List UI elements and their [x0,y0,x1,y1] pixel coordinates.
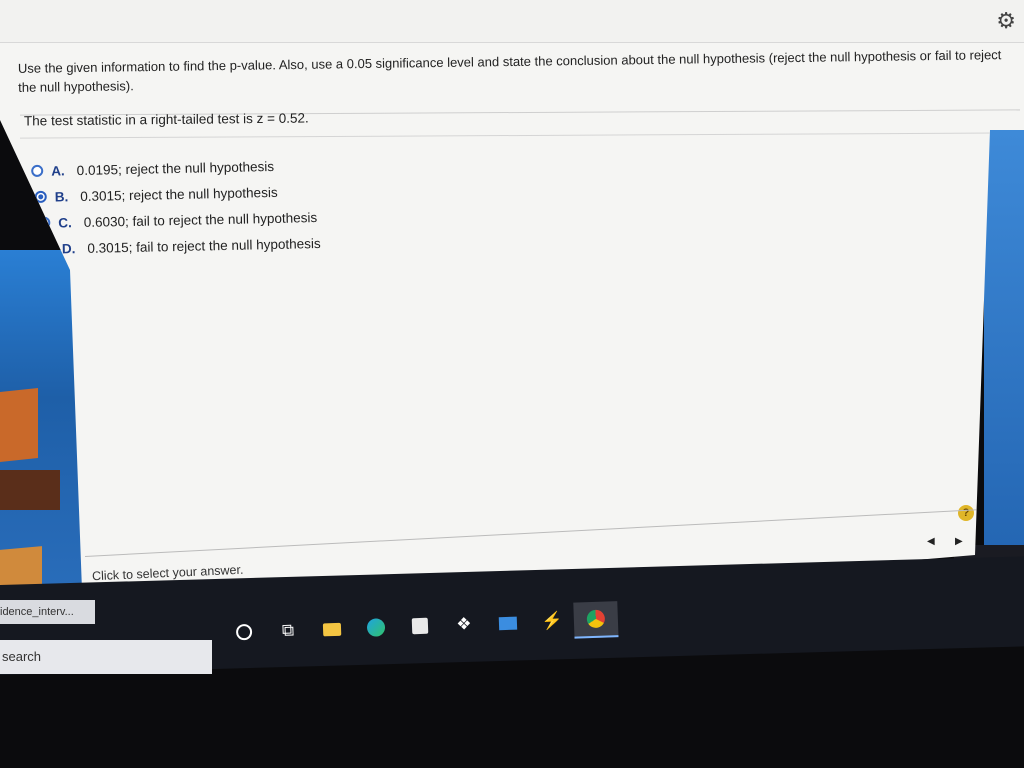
option-text: 0.3015; fail to reject the null hypothes… [87,235,321,256]
question-statement: The test statistic in a right-tailed tes… [23,110,309,129]
store-icon[interactable] [397,607,442,645]
dropbox-icon[interactable]: ❖ [441,606,486,644]
question-prompt: Use the given information to find the p-… [17,47,1002,95]
option-text: 0.0195; reject the null hypothesis [76,158,275,178]
radio-button[interactable] [38,216,51,229]
divider [20,132,1020,139]
desktop-background-right [984,130,1024,550]
option-text: 0.6030; fail to reject the null hypothes… [83,209,318,230]
task-view-icon[interactable]: ⧉ [265,612,310,650]
radio-button[interactable] [31,164,44,178]
file-explorer-icon[interactable] [309,610,354,648]
chrome-icon[interactable] [573,601,619,639]
divider [84,509,979,557]
background-object [0,470,60,510]
cortana-icon[interactable] [221,613,266,651]
edge-icon[interactable] [353,609,398,647]
flash-icon[interactable]: ⚡ [529,603,574,641]
option-letter: A. [51,162,65,179]
question-page: ⚙ Use the given information to find the … [0,0,1024,630]
help-icon[interactable]: ? [958,505,974,521]
option-letter: C. [58,214,72,230]
option-letter: B. [54,188,69,205]
next-arrow-icon[interactable]: ▶ [955,536,963,547]
answer-options: A. 0.0195; reject the null hypothesis B.… [31,152,321,262]
search-input[interactable]: search [0,640,212,674]
option-d[interactable]: D. 0.3015; fail to reject the null hypot… [41,230,321,262]
previous-arrow-icon[interactable]: ◀ [927,536,935,547]
browser-tab[interactable]: idence_interv... [0,600,95,624]
gear-icon[interactable]: ⚙ [996,8,1016,34]
radio-button-selected[interactable] [34,190,47,203]
background-object [0,388,38,462]
top-toolbar: ⚙ [0,0,1024,43]
option-text: 0.3015; reject the null hypothesis [80,184,278,204]
mail-icon[interactable] [485,604,530,642]
option-letter: D. [61,240,76,256]
